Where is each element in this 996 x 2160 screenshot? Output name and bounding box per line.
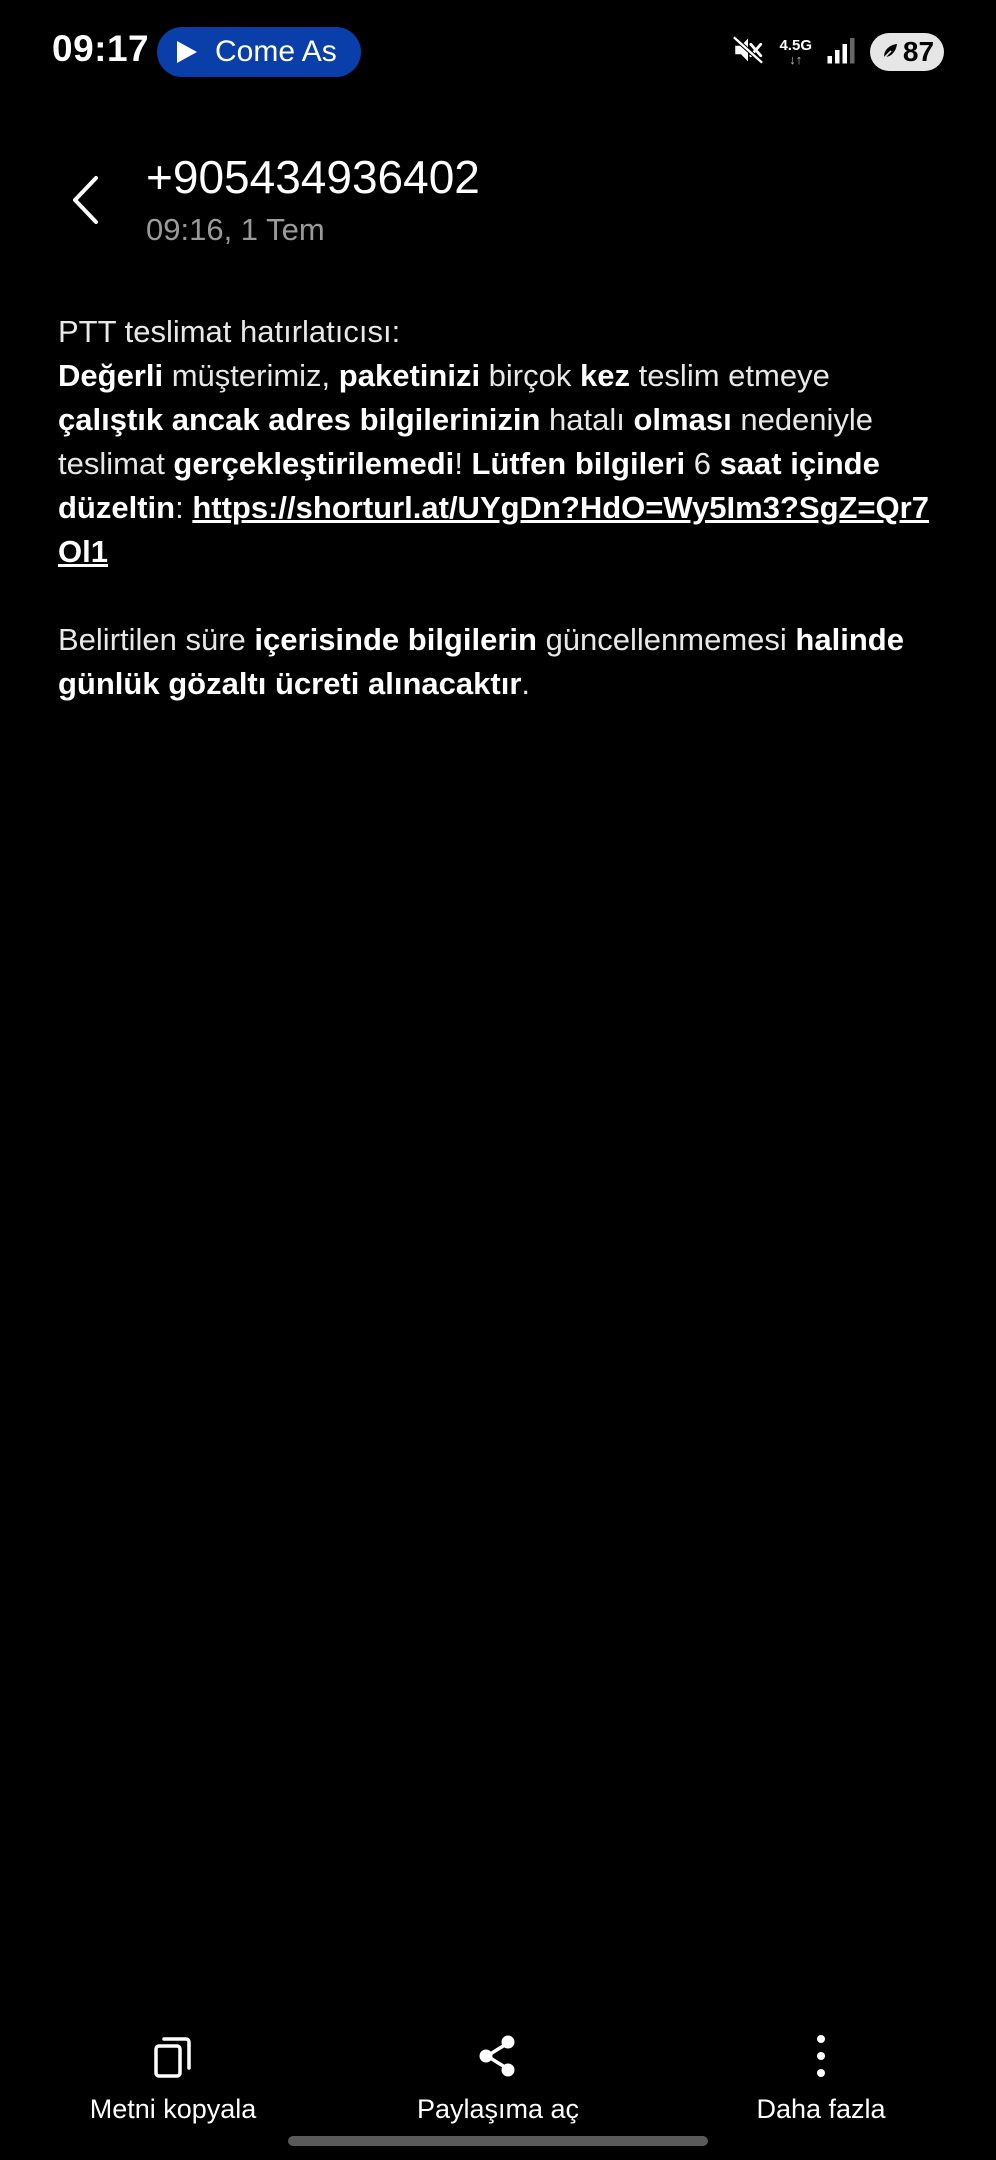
network-type: 4.5G ↓↑ [779,38,812,66]
status-time: 09:17 [52,28,150,69]
message-text: Belirtilen süre [58,622,255,657]
signal-icon [826,35,856,70]
battery-saver-icon [880,36,900,68]
message-text: kez [579,358,630,393]
mute-icon [731,33,765,72]
more-vertical-icon [813,2030,829,2082]
share-label: Paylaşıma aç [416,2094,580,2124]
copy-text-button[interactable]: Metni kopyala [13,2030,333,2125]
message-timestamp: 09:16, 1 Tem [146,212,325,247]
chevron-left-icon [73,176,98,224]
network-type-label: 4.5G [779,37,812,54]
message-text: Lütfen bilgileri [471,446,686,481]
message-heading: PTT teslimat hatırlatıcısı: [58,314,401,349]
message-body[interactable]: PTT teslimat hatırlatıcısı: Değerli müşt… [58,310,938,706]
back-button[interactable] [60,170,110,230]
message-text: çalıştık ancak adres bilgilerinizin [58,402,541,437]
bottom-toolbar: Metni kopyala Paylaşıma aç Daha fazla [0,2030,996,2140]
message-text: gerçekleştirilemedi [173,446,455,481]
share-icon [475,2030,521,2082]
message-text: 6 [685,446,720,481]
data-arrows-icon: ↓↑ [789,52,803,67]
message-text: teslim etmeye [629,358,830,393]
battery-level: 87 [902,36,935,67]
media-title: Come As [215,35,337,68]
play-icon [177,41,197,63]
battery-indicator: 87 [870,33,944,71]
conversation-header: +905434936402 09:16, 1 Tem [0,140,996,270]
status-bar: 09:17 Come As 4.5G ↓↑ 87 [0,0,996,104]
message-text: birçok [480,358,580,393]
share-button[interactable]: Paylaşıma aç [338,2030,658,2125]
status-icons: 4.5G ↓↑ 87 [731,30,944,74]
message-text: . [521,666,531,701]
message-text: olması [633,402,732,437]
home-indicator[interactable] [288,2136,708,2146]
message-text: güncellenmemesi [536,622,796,657]
message-paragraph-1: PTT teslimat hatırlatıcısı: Değerli müşt… [58,310,938,574]
copy-icon [151,2030,195,2082]
message-text: içerisinde bilgilerin [254,622,537,657]
message-text: paketinizi [338,358,481,393]
message-text: hatalı [540,402,634,437]
message-text: müşterimiz, [163,358,339,393]
message-paragraph-2: Belirtilen süre içerisinde bilgilerin gü… [58,618,938,706]
message-text: ! [454,446,472,481]
message-text: : [175,490,193,525]
media-playback-pill[interactable]: Come As [157,27,361,77]
sender-number[interactable]: +905434936402 [146,150,480,204]
copy-text-label: Metni kopyala [89,2094,257,2124]
more-options-label: Daha fazla [756,2094,886,2124]
more-options-button[interactable]: Daha fazla [661,2030,981,2125]
message-text: Değerli [58,358,164,393]
